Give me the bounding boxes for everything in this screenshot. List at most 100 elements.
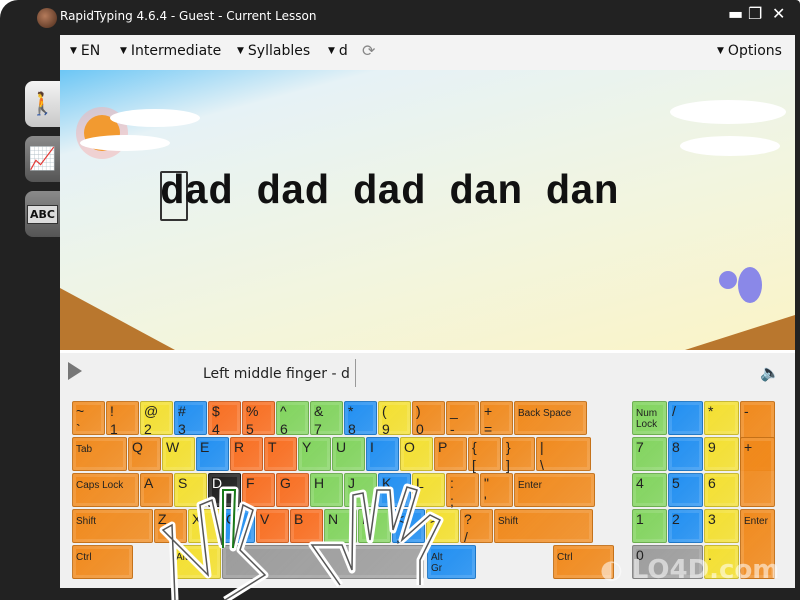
key->.[interactable]: >. <box>426 509 459 544</box>
key-t[interactable]: T <box>264 437 297 471</box>
key-f[interactable]: F <box>242 473 275 507</box>
key-&7[interactable]: & 7 <box>310 401 343 436</box>
key-*[interactable]: * <box>704 401 739 435</box>
close-icon[interactable]: ✕ <box>772 4 785 23</box>
level-dropdown[interactable]: ▼ Intermediate <box>120 43 221 59</box>
key-1[interactable]: 1 <box>632 509 667 543</box>
key-@2[interactable]: @2 <box>140 401 173 436</box>
minimize-icon[interactable]: ▬ <box>728 4 743 23</box>
key-w[interactable]: W <box>162 437 195 471</box>
key-k[interactable]: K <box>378 473 411 507</box>
key-shift[interactable]: Shift <box>494 509 593 543</box>
key-|\[interactable]: | \ <box>536 437 591 472</box>
key-7[interactable]: 7 <box>632 437 667 471</box>
key-^6[interactable]: ^ 6 <box>276 401 309 436</box>
key-label: F <box>246 475 255 491</box>
play-icon[interactable] <box>68 362 82 380</box>
sidebar-item-lessons-editor[interactable]: ABC <box>25 191 60 237</box>
key-enter[interactable]: Enter <box>514 473 595 507</box>
key-h[interactable]: H <box>310 473 343 507</box>
key-label: X <box>192 511 202 527</box>
sidebar-item-statistics[interactable]: 📈 <box>25 136 60 182</box>
key-caps-lock[interactable]: Caps Lock <box>72 473 139 507</box>
key-x[interactable]: X <box>188 509 221 543</box>
key-s[interactable]: S <box>174 473 207 507</box>
key-c[interactable]: C <box>222 509 255 543</box>
key-label: < <box>396 511 405 527</box>
options-dropdown[interactable]: ▼ Options <box>717 43 782 59</box>
key-sublabel: ` <box>76 421 81 437</box>
key-j[interactable]: J <box>344 473 377 507</box>
key-)0[interactable]: ) 0 <box>412 401 445 436</box>
key-tab[interactable]: Tab <box>72 437 127 471</box>
key-?/[interactable]: ? / <box>460 509 493 544</box>
key-$4[interactable]: $4 <box>208 401 241 436</box>
key-<,[interactable]: <, <box>392 509 425 545</box>
key-4[interactable]: 4 <box>632 473 667 507</box>
key-{[[interactable]: {[ <box>468 437 501 472</box>
key-alt[interactable]: Alt <box>172 545 221 579</box>
key-z[interactable]: Z <box>154 509 187 543</box>
key-sublabel: 9 <box>382 421 390 437</box>
key-shift[interactable]: Shift <box>72 509 153 543</box>
key-o[interactable]: O <box>400 437 433 471</box>
key-numlock[interactable]: Num Lock <box>632 401 667 435</box>
key-*8[interactable]: * 8 <box>344 401 377 437</box>
key-sublabel: ; <box>450 493 454 509</box>
key-r[interactable]: R <box>230 437 263 471</box>
key-space[interactable] <box>222 545 424 579</box>
key-sublabel: 8 <box>348 421 356 437</box>
key-~`[interactable]: ~ ` <box>72 401 105 437</box>
key-n[interactable]: N <box>324 509 357 543</box>
key-}][interactable]: }] <box>502 437 535 472</box>
finger-hint: Left middle finger - d <box>203 366 350 382</box>
key-ctrl[interactable]: Ctrl <box>72 545 133 579</box>
speaker-icon[interactable]: 🔈 <box>760 363 780 382</box>
key-b[interactable]: B <box>290 509 323 543</box>
key-label: & <box>314 403 324 419</box>
key-label: K <box>382 475 392 491</box>
letter-dropdown[interactable]: ▼ d <box>328 43 348 59</box>
key-a[interactable]: A <box>140 473 173 507</box>
key-y[interactable]: Y <box>298 437 331 471</box>
key-sublabel: , <box>396 529 400 545</box>
lesson-type-dropdown[interactable]: ▼ Syllables <box>237 43 310 59</box>
key-!1[interactable]: ! 1 <box>106 401 139 436</box>
language-dropdown[interactable]: ▼ EN <box>70 43 100 59</box>
key-_-[interactable]: _ - <box>446 401 479 436</box>
key-2[interactable]: 2 <box>668 509 703 543</box>
key-%5[interactable]: % 5 <box>242 401 275 436</box>
key-label: Y <box>302 439 312 455</box>
key-altgr[interactable]: Alt Gr <box>427 545 476 579</box>
sidebar-item-lesson[interactable]: 🚶 <box>25 81 60 127</box>
key-label: N <box>328 511 339 527</box>
key-/[interactable]: / <box>668 401 703 435</box>
lesson-area: dad dad dad dan dan <box>60 70 795 350</box>
key-d[interactable]: D <box>208 473 241 507</box>
key-#3[interactable]: #3 <box>174 401 207 436</box>
key-"'[interactable]: " ' <box>480 473 513 508</box>
key-v[interactable]: V <box>256 509 289 543</box>
key-9[interactable]: 9 <box>704 437 739 471</box>
key-+=[interactable]: + = <box>480 401 513 436</box>
key-(9[interactable]: (9 <box>378 401 411 437</box>
key-p[interactable]: P <box>434 437 467 471</box>
key-6[interactable]: 6 <box>704 473 739 507</box>
key-l[interactable]: L <box>412 473 445 507</box>
key-i[interactable]: I <box>366 437 399 471</box>
key-+[interactable]: + <box>740 437 775 507</box>
key-g[interactable]: G <box>276 473 309 507</box>
key-5[interactable]: 5 <box>668 473 703 507</box>
key-e[interactable]: E <box>196 437 229 471</box>
key-back-space[interactable]: Back Space <box>514 401 587 435</box>
key-label: R <box>234 439 245 455</box>
key-label: 9 <box>708 439 716 455</box>
key-u[interactable]: U <box>332 437 365 471</box>
restore-icon[interactable]: ❐ <box>748 4 762 23</box>
refresh-icon[interactable]: ⟳ <box>362 41 375 60</box>
key-3[interactable]: 3 <box>704 509 739 543</box>
key-m[interactable]: M <box>358 509 391 543</box>
key-q[interactable]: Q <box>128 437 161 471</box>
key-:;[interactable]: :; <box>446 473 479 509</box>
key-8[interactable]: 8 <box>668 437 703 471</box>
